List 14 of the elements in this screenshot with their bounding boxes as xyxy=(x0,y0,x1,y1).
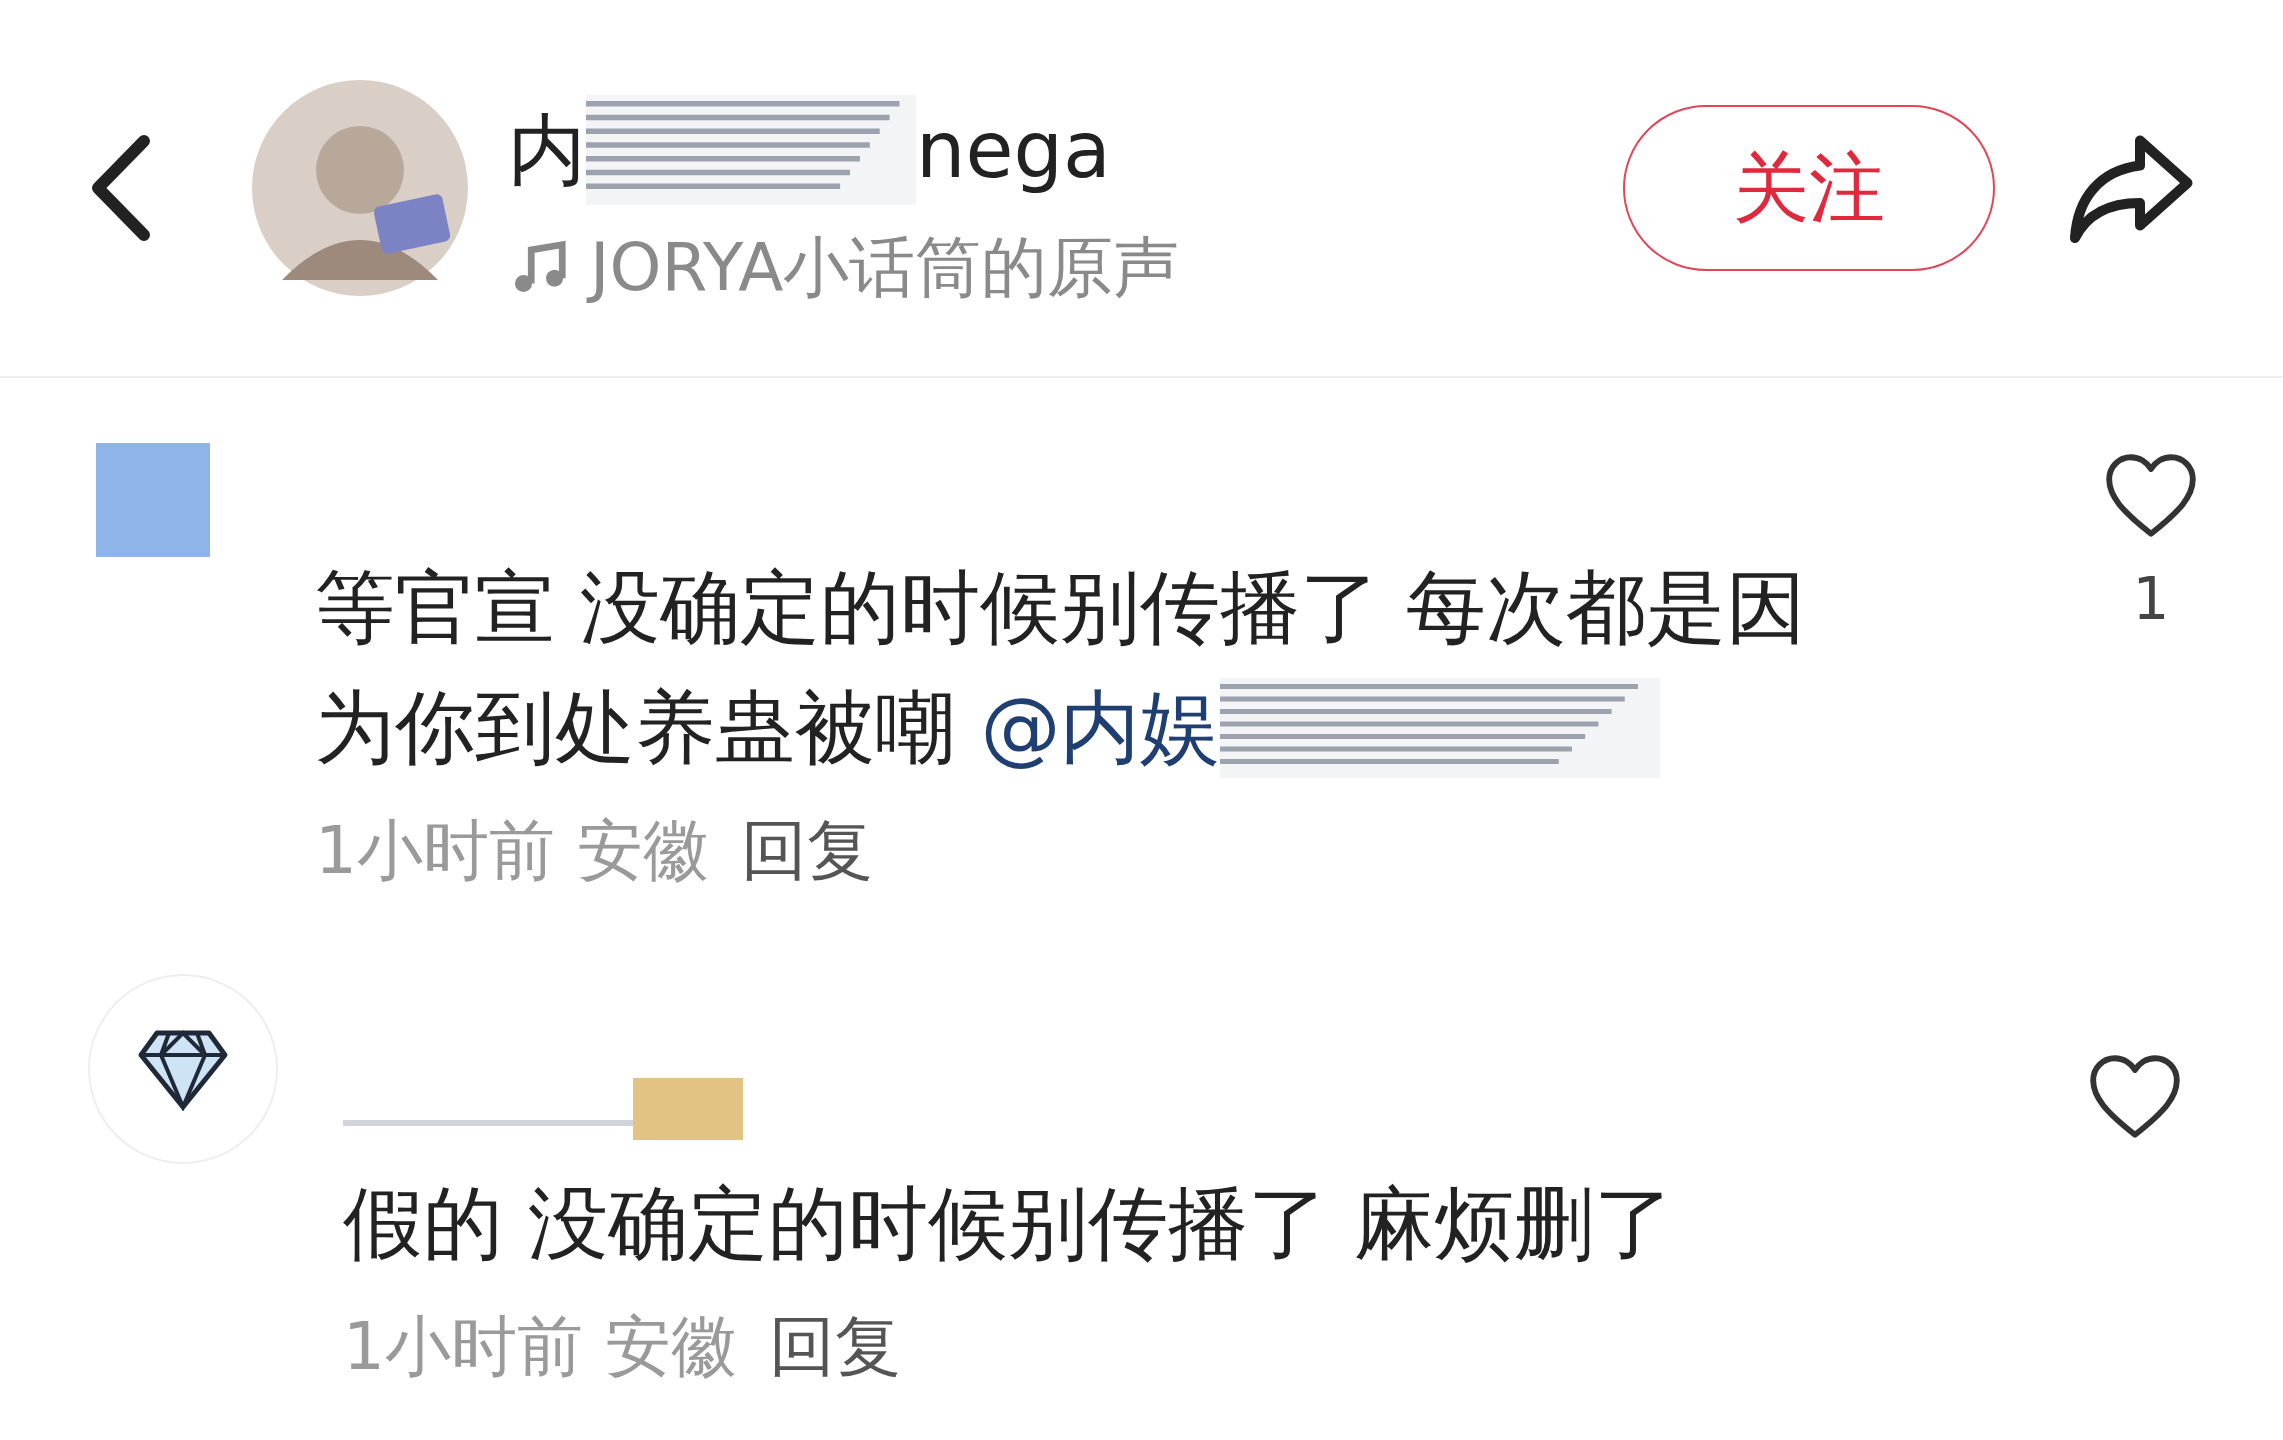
comment-text: 假的 没确定的时候别传播了 麻烦删了 xyxy=(343,1176,1674,1272)
mention-link[interactable]: @内娱 xyxy=(980,668,1221,788)
comment-text: 为你到处养蛊被嘲 xyxy=(315,680,956,776)
author-name[interactable]: 内 xyxy=(508,111,586,189)
comment-location: 安徽 xyxy=(605,1314,737,1380)
comment-location: 安徽 xyxy=(577,818,709,884)
comment-time: 1小时前 xyxy=(343,1314,583,1380)
comment-time: 1小时前 xyxy=(315,818,555,884)
comment-text: 等官宣 没确定的时候别传播了 每次都是因 xyxy=(315,560,1806,656)
like-count: 1 xyxy=(2132,570,2170,628)
reply-link[interactable]: 回复 xyxy=(741,818,873,884)
avatar-image[interactable] xyxy=(252,80,468,296)
follow-button[interactable]: 关注 xyxy=(1623,105,1995,271)
reply-link[interactable]: 回复 xyxy=(769,1314,901,1380)
